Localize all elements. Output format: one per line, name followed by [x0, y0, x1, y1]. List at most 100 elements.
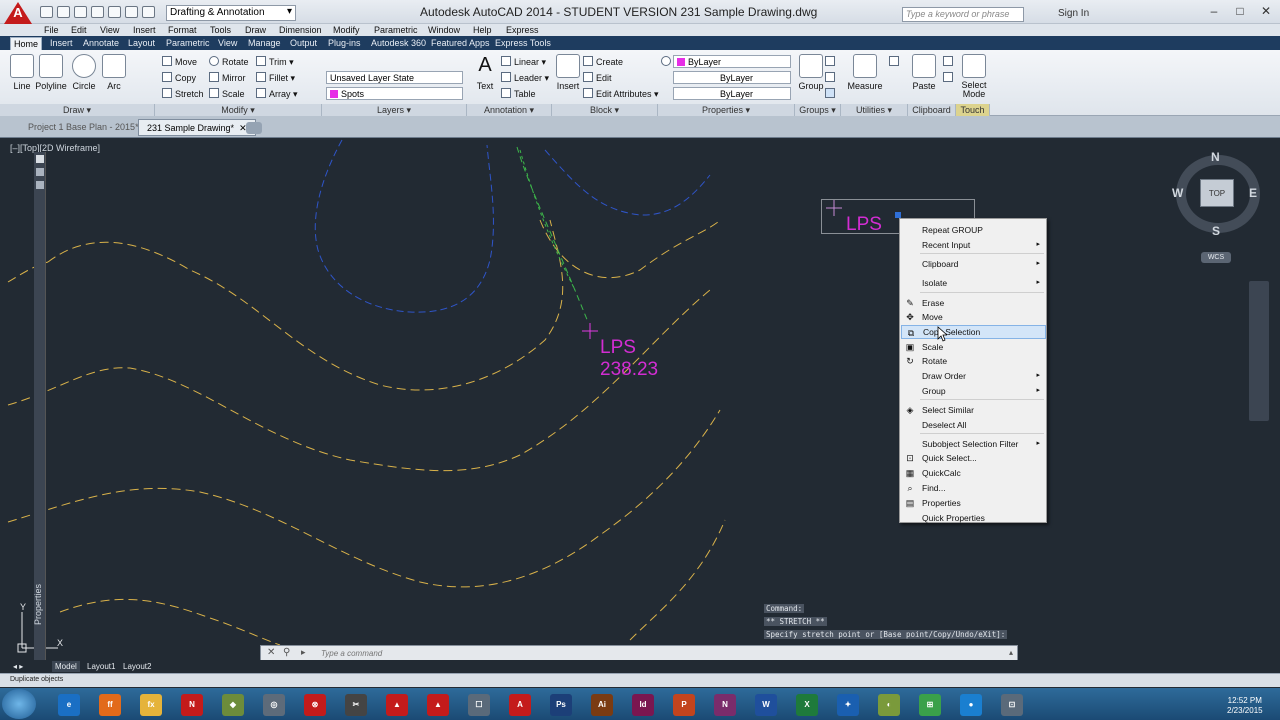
properties-panel-title[interactable]: Properties ▾: [658, 104, 795, 116]
taskbar-app-icon[interactable]: A: [509, 694, 531, 716]
taskbar-app-icon[interactable]: Ps: [550, 694, 572, 716]
clipboard-panel-title[interactable]: Clipboard: [908, 104, 956, 116]
group-tool[interactable]: Group: [795, 54, 827, 91]
taskbar-app-icon[interactable]: P: [673, 694, 695, 716]
taskbar-app-icon[interactable]: ◆: [222, 694, 244, 716]
scale-tool[interactable]: Scale: [209, 88, 245, 99]
taskbar-app-icon[interactable]: ☐: [468, 694, 490, 716]
move-tool[interactable]: Move: [162, 56, 197, 67]
layout-nav-prev-icon[interactable]: ◂ ▸: [10, 661, 26, 672]
compass-north[interactable]: N: [1211, 150, 1220, 164]
color-dropdown[interactable]: ByLayer: [673, 55, 791, 68]
clipboard-copy-icon[interactable]: [943, 72, 956, 83]
tab-layout[interactable]: Layout: [125, 37, 158, 50]
tab-view[interactable]: View: [215, 37, 240, 50]
insert-block-tool[interactable]: Insert: [552, 54, 584, 91]
wcs-menu[interactable]: WCS: [1201, 252, 1231, 263]
taskbar-app-icon[interactable]: ⊗: [304, 694, 326, 716]
ungroup-icon[interactable]: [825, 56, 838, 67]
group-selection-icon[interactable]: [825, 88, 838, 99]
search-input[interactable]: Type a keyword or phrase: [902, 7, 1024, 22]
tab-parametric[interactable]: Parametric: [163, 37, 213, 50]
taskbar-app-icon[interactable]: N: [714, 694, 736, 716]
tab-output[interactable]: Output: [287, 37, 320, 50]
taskbar-app-icon[interactable]: ⊡: [1001, 694, 1023, 716]
tab-plugins[interactable]: Plug-ins: [325, 37, 364, 50]
copy-tool[interactable]: Copy: [162, 72, 196, 83]
layer-state-dropdown[interactable]: Unsaved Layer State: [326, 71, 463, 84]
compass-east[interactable]: E: [1249, 186, 1257, 200]
utilities-small-icon-1[interactable]: [889, 56, 902, 67]
taskbar-app-icon[interactable]: fx: [140, 694, 162, 716]
tab-annotate[interactable]: Annotate: [80, 37, 122, 50]
tab-express-tools[interactable]: Express Tools: [492, 37, 554, 50]
menu-tools[interactable]: Tools: [210, 24, 231, 36]
workspace-dropdown[interactable]: Drafting & Annotation: [166, 5, 296, 21]
menu-view[interactable]: View: [100, 24, 119, 36]
context-menu-item[interactable]: ▦ QuickCalc: [901, 466, 1046, 480]
new-file-icon[interactable]: [40, 6, 53, 18]
context-menu-item[interactable]: Isolate ▸: [901, 276, 1046, 290]
context-menu-item[interactable]: Repeat GROUP: [901, 223, 1046, 237]
tab-insert[interactable]: Insert: [47, 37, 76, 50]
select-mode-tool[interactable]: Select Mode: [957, 54, 991, 99]
palette-close-icon[interactable]: [35, 155, 44, 163]
edit-attributes-tool[interactable]: Edit Attributes ▾: [583, 88, 659, 100]
context-menu-item[interactable]: ⌕ Find...: [901, 481, 1046, 495]
measure-tool[interactable]: Measure: [845, 54, 885, 91]
taskbar-app-icon[interactable]: ●: [960, 694, 982, 716]
taskbar-app-icon[interactable]: W: [755, 694, 777, 716]
circle-tool[interactable]: Circle: [68, 54, 100, 91]
group-edit-icon[interactable]: [825, 72, 838, 83]
compass-south[interactable]: S: [1212, 224, 1220, 238]
navigation-bar[interactable]: [1249, 281, 1269, 421]
edit-block-tool[interactable]: Edit: [583, 72, 612, 83]
menu-edit[interactable]: Edit: [71, 24, 87, 36]
taskbar-app-icon[interactable]: ✦: [837, 694, 859, 716]
taskbar-app-icon[interactable]: e: [58, 694, 80, 716]
save-as-icon[interactable]: [91, 6, 104, 18]
close-button[interactable]: ✕: [1254, 3, 1278, 20]
layout-tab-layout1[interactable]: Layout1: [84, 661, 118, 672]
taskbar-app-icon[interactable]: ▲: [386, 694, 408, 716]
file-tab-231-sample[interactable]: 231 Sample Drawing* ✕: [138, 119, 256, 136]
drawing-canvas[interactable]: Y X: [0, 138, 1280, 672]
modify-panel-title[interactable]: Modify ▾: [155, 104, 322, 116]
match-properties-icon[interactable]: [661, 56, 674, 67]
tab-featured-apps[interactable]: Featured Apps: [428, 37, 493, 50]
tab-home[interactable]: Home: [10, 37, 43, 50]
context-menu-item[interactable]: ⊡ Quick Select...: [901, 451, 1046, 465]
fillet-tool[interactable]: Fillet ▾: [256, 72, 295, 84]
menu-modify[interactable]: Modify: [333, 24, 360, 36]
selected-spot-label[interactable]: LPS: [846, 214, 882, 236]
trim-tool[interactable]: Trim ▾: [256, 56, 294, 68]
leader-tool[interactable]: Leader ▾: [501, 72, 549, 84]
taskbar-app-icon[interactable]: ◎: [263, 694, 285, 716]
save-icon[interactable]: [74, 6, 87, 18]
rotate-tool[interactable]: Rotate: [209, 56, 249, 67]
layers-panel-title[interactable]: Layers ▾: [322, 104, 467, 116]
customize-command-icon[interactable]: ⚲: [283, 647, 290, 658]
menu-parametric[interactable]: Parametric: [374, 24, 418, 36]
menu-file[interactable]: File: [44, 24, 59, 36]
lineweight-dropdown[interactable]: ByLayer: [673, 87, 791, 100]
system-clock[interactable]: 12:52 PM 2/23/2015: [1227, 696, 1263, 716]
sign-in-link[interactable]: Sign In: [1058, 8, 1089, 19]
maximize-button[interactable]: □: [1228, 3, 1252, 20]
context-menu-item[interactable]: ▣ Scale: [901, 340, 1046, 354]
context-menu-item[interactable]: Subobject Selection Filter ▸: [901, 437, 1046, 451]
viewcube-top[interactable]: TOP: [1200, 179, 1234, 207]
layout-tab-model[interactable]: Model: [52, 661, 80, 672]
palette-options-icon[interactable]: [35, 168, 44, 176]
annotation-panel-title[interactable]: Annotation ▾: [467, 104, 552, 116]
array-tool[interactable]: Array ▾: [256, 88, 298, 100]
taskbar-app-icon[interactable]: ◐: [878, 694, 900, 716]
viewport-controls[interactable]: [–][Top][2D Wireframe]: [10, 143, 100, 153]
recent-commands-icon[interactable]: ▸: [301, 647, 306, 658]
context-menu-item[interactable]: Draw Order ▸: [901, 369, 1046, 383]
context-menu-item[interactable]: Clipboard ▸: [901, 257, 1046, 271]
file-tab-project-1[interactable]: Project 1 Base Plan - 2015*: [20, 119, 147, 136]
compass-west[interactable]: W: [1172, 186, 1183, 200]
print-icon[interactable]: [108, 6, 121, 18]
command-line[interactable]: ✕ ⚲ ▸ ▴: [260, 645, 1018, 661]
